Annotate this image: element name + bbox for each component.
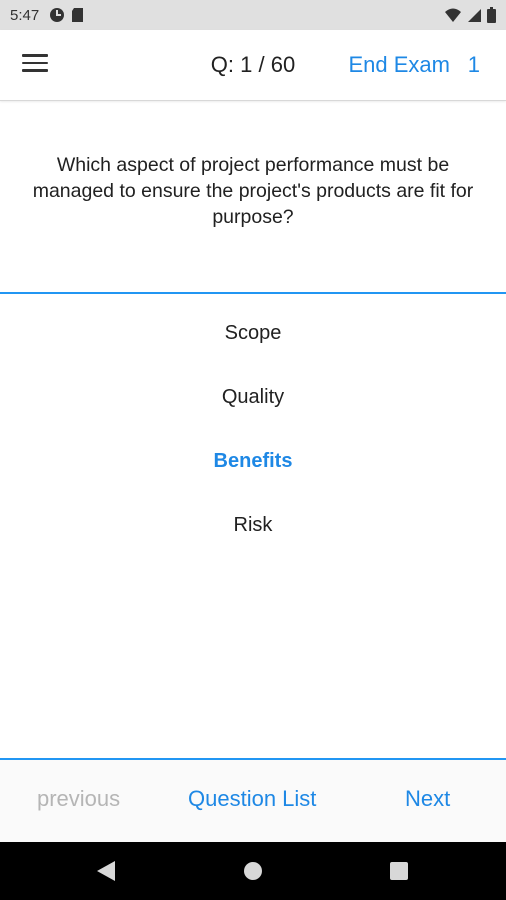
question-counter-text: Q: 1 / 60 (210, 52, 296, 77)
answer-option-quality[interactable]: Quality (0, 380, 506, 444)
answer-option-label: Benefits (213, 450, 293, 472)
next-button[interactable]: Next (405, 786, 450, 812)
answer-option-benefits[interactable]: Benefits (0, 444, 506, 508)
battery-icon (487, 7, 496, 23)
end-exam-count: 1 (467, 52, 480, 77)
bottom-nav-bar: previous Question List Next (0, 760, 506, 842)
answer-option-label: Quality (221, 386, 285, 408)
app-notification-icon (50, 8, 65, 22)
status-icons-left (49, 7, 84, 23)
answer-option-label: Risk (233, 514, 273, 536)
answer-options: Scope Quality Benefits Risk (0, 316, 506, 572)
question-list-button[interactable]: Question List (188, 786, 316, 812)
back-icon[interactable] (96, 860, 116, 882)
signal-icon (468, 8, 481, 22)
question-text: Which aspect of project performance must… (32, 154, 474, 228)
app-bar: Q: 1 / 60 End Exam 1 (0, 30, 506, 101)
wifi-icon (445, 8, 461, 22)
status-icons-right (445, 7, 496, 23)
previous-button[interactable]: previous (37, 786, 120, 812)
sd-card-icon (72, 8, 84, 22)
home-icon[interactable] (243, 861, 263, 881)
hamburger-menu-icon[interactable] (22, 54, 48, 76)
question-divider (0, 292, 506, 294)
status-time: 5:47 (10, 6, 40, 24)
end-exam-button[interactable]: End Exam (349, 52, 451, 78)
status-bar: 5:47 (0, 0, 506, 30)
answer-option-label: Scope (224, 322, 282, 344)
system-navigation-bar (0, 842, 506, 900)
recent-apps-icon[interactable] (390, 862, 408, 880)
answer-option-risk[interactable]: Risk (0, 508, 506, 572)
answer-option-scope[interactable]: Scope (0, 316, 506, 380)
